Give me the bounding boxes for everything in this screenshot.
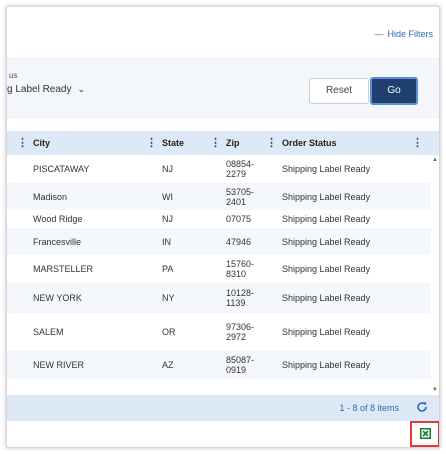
table-body: PISCATAWAY NJ 08854- 2279 Shipping Label… [7, 155, 431, 379]
refresh-icon[interactable] [415, 400, 429, 414]
cell-state: WI [162, 191, 173, 202]
table-header: ⋮ City ⋮ State ⋮ Zip ⋮ Order Status ⋮ [7, 131, 439, 155]
cell-order-status: Shipping Label Ready [282, 360, 371, 370]
export-excel-button[interactable] [410, 421, 439, 447]
chevron-down-icon: ⌄ [77, 84, 86, 94]
cell-city: Wood Ridge [33, 214, 83, 224]
kebab-menu-icon[interactable]: ⋮ [146, 131, 157, 155]
cell-order-status: Shipping Label Ready [282, 327, 371, 337]
cell-zip: 07075 [226, 214, 252, 224]
hide-filters-link[interactable]: — Hide Filters [374, 29, 433, 39]
cell-zip: 53705- 2401 [226, 186, 255, 207]
table-row[interactable]: PISCATAWAY NJ 08854- 2279 Shipping Label… [7, 155, 431, 183]
cell-state: NJ [162, 164, 173, 174]
cell-zip: 47946 [226, 236, 252, 247]
cell-state: AZ [162, 360, 174, 370]
cell-zip: 08854- 2279 [226, 159, 255, 179]
cell-order-status: Shipping Label Ready [282, 191, 371, 202]
reset-button[interactable]: Reset [309, 78, 369, 104]
order-grid-panel: — Hide Filters us g Label Ready ⌄ Reset Go… [6, 6, 440, 448]
cell-city: SALEM [33, 327, 64, 337]
status-filter-select[interactable]: g Label Ready ⌄ [7, 84, 85, 95]
kebab-menu-icon[interactable]: ⋮ [412, 131, 423, 155]
kebab-menu-icon[interactable]: ⋮ [17, 131, 28, 155]
status-filter-label: us [9, 71, 18, 80]
table-footer: 1 - 8 of 8 items [7, 395, 439, 421]
cell-order-status: Shipping Label Ready [282, 164, 371, 174]
cell-city: Madison [33, 191, 68, 202]
table-row[interactable]: NEW YORK NY 10128- 1139 Shipping Label R… [7, 283, 431, 313]
scroll-up-arrow-icon[interactable]: ▲ [432, 157, 438, 163]
cell-zip: 97306- 2972 [226, 322, 255, 342]
cell-state: NJ [162, 214, 173, 224]
column-header-order-status[interactable]: Order Status [282, 131, 337, 155]
table-row[interactable]: MARSTELLER PA 15760- 8310 Shipping Label… [7, 255, 431, 283]
table-scrollbar[interactable]: ▲ ▼ [431, 155, 439, 395]
cell-zip: 15760- 8310 [226, 259, 255, 279]
table-row[interactable]: Madison WI 53705- 2401 Shipping Label Re… [7, 183, 431, 210]
pagination-count: 1 - 8 of 8 items [339, 403, 399, 413]
scroll-down-arrow-icon[interactable]: ▼ [432, 387, 438, 393]
status-filter-value: g Label Ready [7, 84, 72, 95]
filter-bar: us g Label Ready ⌄ Reset Go [7, 57, 439, 119]
table-row[interactable]: Wood Ridge NJ 07075 Shipping Label Ready [7, 210, 431, 228]
column-header-city[interactable]: City [33, 131, 50, 155]
cell-state: NY [162, 293, 175, 303]
cell-zip: 10128- 1139 [226, 288, 255, 308]
cell-state: OR [162, 327, 176, 337]
orders-table: ⋮ City ⋮ State ⋮ Zip ⋮ Order Status ⋮ PI… [7, 131, 439, 395]
cell-city: PISCATAWAY [33, 164, 90, 174]
table-row[interactable]: Francesville IN 47946 Shipping Label Rea… [7, 228, 431, 255]
column-header-zip[interactable]: Zip [226, 131, 240, 155]
cell-order-status: Shipping Label Ready [282, 264, 371, 274]
cell-city: MARSTELLER [33, 264, 94, 274]
cell-order-status: Shipping Label Ready [282, 214, 371, 224]
cell-order-status: Shipping Label Ready [282, 236, 371, 247]
column-header-state[interactable]: State [162, 131, 184, 155]
table-row[interactable]: NEW RIVER AZ 85087- 0919 Shipping Label … [7, 351, 431, 379]
collapse-dash-icon: — [374, 29, 384, 39]
cell-order-status: Shipping Label Ready [282, 293, 371, 303]
excel-export-icon [420, 428, 431, 439]
cell-state: IN [162, 236, 171, 247]
kebab-menu-icon[interactable]: ⋮ [210, 131, 221, 155]
cell-city: NEW YORK [33, 293, 82, 303]
cell-state: PA [162, 264, 174, 274]
go-button[interactable]: Go [370, 77, 418, 105]
hide-filters-label: Hide Filters [387, 29, 433, 39]
table-row[interactable]: SALEM OR 97306- 2972 Shipping Label Read… [7, 313, 431, 351]
cell-city: NEW RIVER [33, 360, 85, 370]
cell-city: Francesville [33, 236, 82, 247]
kebab-menu-icon[interactable]: ⋮ [266, 131, 277, 155]
cell-zip: 85087- 0919 [226, 355, 255, 375]
